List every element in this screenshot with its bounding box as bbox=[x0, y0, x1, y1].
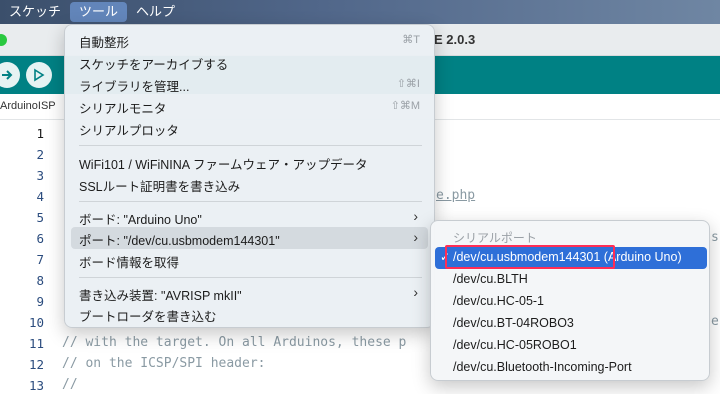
port-submenu-header: シリアルポート bbox=[453, 231, 537, 245]
menu-item-label: ポート: "/dev/cu.usbmodem144301" bbox=[79, 234, 280, 248]
menu-item-serial-monitor[interactable]: シリアルモニタ ⇧⌘M bbox=[71, 95, 428, 117]
port-item-bluetooth-incoming[interactable]: /dev/cu.Bluetooth-Incoming-Port bbox=[435, 357, 707, 379]
menu-item-port[interactable]: ポート: "/dev/cu.usbmodem144301" › bbox=[71, 227, 428, 249]
chevron-right-icon: › bbox=[413, 229, 418, 245]
code-fragment: e.php bbox=[436, 188, 476, 203]
menu-item-archive-sketch[interactable]: スケッチをアーカイブする bbox=[71, 51, 428, 73]
chevron-right-icon: › bbox=[413, 284, 418, 300]
line-number: 6 bbox=[36, 231, 44, 246]
menubar-item-tools[interactable]: ツール bbox=[70, 2, 128, 22]
menubar-item-help[interactable]: ヘルプ bbox=[127, 0, 184, 24]
port-item-bt-04robo3[interactable]: /dev/cu.BT-04ROBO3 bbox=[435, 313, 707, 335]
code-line: // on the ICSP/SPI header: bbox=[62, 356, 266, 371]
port-item-blth[interactable]: /dev/cu.BLTH bbox=[435, 269, 707, 291]
menu-item-label: ライブラリを管理... bbox=[79, 80, 190, 94]
highlight-box bbox=[445, 245, 615, 269]
menu-item-label: 自動整形 bbox=[79, 36, 130, 50]
port-item-label: /dev/cu.HC-05ROBO1 bbox=[453, 338, 577, 352]
window-zoom-button[interactable] bbox=[0, 34, 7, 46]
menu-item-shortcut: ⌘T bbox=[402, 34, 420, 46]
menu-item-label: スケッチをアーカイブする bbox=[79, 58, 229, 72]
line-number: 2 bbox=[36, 147, 44, 162]
port-item-label: /dev/cu.Bluetooth-Incoming-Port bbox=[453, 360, 632, 374]
port-item-label: /dev/cu.BT-04ROBO3 bbox=[453, 316, 574, 330]
tools-menu: 自動整形 ⌘T スケッチをアーカイブする ライブラリを管理... ⇧⌘I シリア… bbox=[64, 24, 435, 328]
menu-item-burn-bootloader[interactable]: ブートローダを書き込む bbox=[71, 303, 428, 325]
window-title: E 2.0.3 bbox=[434, 32, 476, 47]
menu-item-serial-plotter[interactable]: シリアルプロッタ bbox=[71, 117, 428, 139]
line-number: 12 bbox=[28, 357, 44, 372]
menubar: スケッチ ツール ヘルプ bbox=[0, 0, 720, 24]
debug-icon bbox=[34, 68, 45, 82]
menu-item-manage-libraries[interactable]: ライブラリを管理... ⇧⌘I bbox=[71, 73, 428, 95]
menu-item-shortcut: ⇧⌘I bbox=[396, 78, 420, 90]
port-item-hc-05-1[interactable]: /dev/cu.HC-05-1 bbox=[435, 291, 707, 313]
menu-item-label: ブートローダを書き込む bbox=[79, 310, 217, 324]
line-number: 5 bbox=[36, 210, 44, 225]
code-fragment: s bbox=[711, 230, 719, 245]
line-number: 11 bbox=[28, 336, 44, 351]
port-item-hc-05robo1[interactable]: /dev/cu.HC-05ROBO1 bbox=[435, 335, 707, 357]
menu-item-auto-format[interactable]: 自動整形 ⌘T bbox=[71, 29, 428, 51]
line-number: 8 bbox=[36, 273, 44, 288]
debug-button[interactable] bbox=[26, 62, 52, 88]
upload-button[interactable] bbox=[0, 62, 20, 88]
menu-separator bbox=[79, 277, 422, 278]
menu-item-upload-ssl-certs[interactable]: SSLルート証明書を書き込み bbox=[71, 173, 428, 195]
arrow-right-icon bbox=[2, 70, 13, 80]
line-number: 7 bbox=[36, 252, 44, 267]
menu-separator bbox=[79, 145, 422, 146]
menu-item-label: ボード: "Arduino Uno" bbox=[79, 213, 202, 227]
menu-item-label: 書き込み装置: "AVRISP mkII" bbox=[79, 289, 242, 303]
line-number: 4 bbox=[36, 189, 44, 204]
code-line: // with the target. On all Arduinos, the… bbox=[62, 335, 407, 350]
menu-item-programmer[interactable]: 書き込み装置: "AVRISP mkII" › bbox=[71, 282, 428, 304]
port-item-label: /dev/cu.HC-05-1 bbox=[453, 294, 545, 308]
menu-item-shortcut: ⇧⌘M bbox=[390, 100, 420, 112]
port-item-label: /dev/cu.BLTH bbox=[453, 272, 528, 286]
menu-item-firmware-updater[interactable]: WiFi101 / WiFiNINA ファームウェア・アップデータ bbox=[71, 151, 428, 173]
menu-item-label: ボード情報を取得 bbox=[79, 256, 180, 270]
line-number: 13 bbox=[28, 378, 44, 393]
code-line: // bbox=[62, 377, 78, 392]
menu-item-board-info[interactable]: ボード情報を取得 bbox=[71, 249, 428, 271]
tab-sketch[interactable]: ArduinoISP bbox=[0, 100, 56, 112]
chevron-right-icon: › bbox=[413, 208, 418, 224]
line-number: 10 bbox=[28, 315, 44, 330]
line-number: 1 bbox=[36, 126, 44, 141]
line-number: 3 bbox=[36, 168, 44, 183]
menu-item-board[interactable]: ボード: "Arduino Uno" › bbox=[71, 206, 428, 228]
menu-separator bbox=[79, 201, 422, 202]
menu-item-label: WiFi101 / WiFiNINA ファームウェア・アップデータ bbox=[79, 158, 368, 172]
line-number: 9 bbox=[36, 294, 44, 309]
menu-item-label: シリアルプロッタ bbox=[79, 124, 179, 138]
menu-item-label: シリアルモニタ bbox=[79, 102, 167, 116]
menubar-item-sketch[interactable]: スケッチ bbox=[0, 0, 70, 24]
code-fragment: e bbox=[711, 314, 719, 329]
menu-item-label: SSLルート証明書を書き込み bbox=[79, 180, 241, 194]
